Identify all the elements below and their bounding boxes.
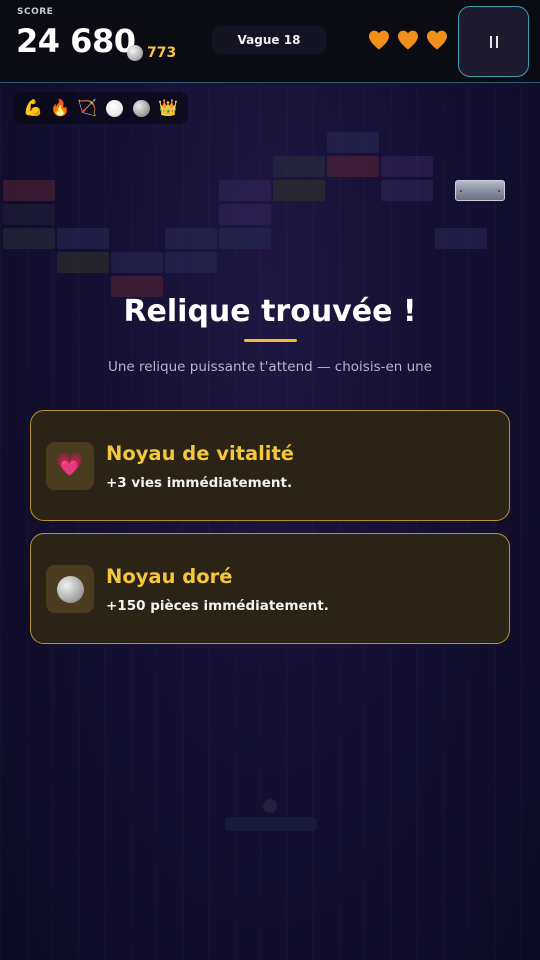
brick	[3, 204, 55, 225]
brick	[327, 156, 379, 177]
top-hud: SCORE 24 680 773 Vague 18	[0, 0, 540, 83]
relic-title: Relique trouvée !	[123, 294, 417, 329]
orange-heart-icon	[367, 28, 391, 52]
wave-indicator: Vague 18	[212, 26, 326, 54]
brick	[57, 252, 109, 273]
paddle	[225, 817, 317, 831]
relic-name: Noyau de vitalité	[106, 442, 295, 465]
relic-subtitle: Une relique puissante t'attend — choisis…	[107, 359, 433, 375]
white-orb-relic-icon	[103, 97, 125, 119]
game-stage: SCORE 24 680 773 Vague 18 💪 🔥 🏹 👑 Reliqu…	[0, 0, 540, 960]
fire-relic-icon: 🔥	[50, 98, 70, 117]
bow-relic-icon: 🏹	[77, 98, 97, 117]
brick	[273, 180, 325, 201]
brick	[219, 204, 271, 225]
grey-orb-icon	[56, 575, 84, 603]
heart-icon: 💗	[46, 442, 94, 490]
relic-description: +3 vies immédiatement.	[106, 475, 293, 491]
metal-brick	[455, 180, 505, 201]
brick	[165, 252, 217, 273]
title-underline	[244, 339, 297, 342]
brick	[165, 228, 217, 249]
orb-icon	[46, 565, 94, 613]
orange-heart-icon	[425, 28, 449, 52]
score-value: 24 680	[16, 22, 136, 60]
lives-display	[367, 28, 449, 52]
score-label: SCORE	[17, 7, 54, 17]
brick	[111, 252, 163, 273]
coin-count: 773	[147, 45, 177, 61]
pause-icon	[489, 35, 498, 48]
relic-choice-vitality[interactable]: 💗 Noyau de vitalité +3 vies immédiatemen…	[30, 410, 510, 521]
brick	[381, 180, 433, 201]
crown-relic-icon: 👑	[158, 98, 178, 117]
brick	[57, 228, 109, 249]
relic-choice-gold[interactable]: Noyau doré +150 pièces immédiatement.	[30, 533, 510, 644]
brick	[219, 228, 271, 249]
brick	[327, 132, 379, 153]
wave-label: Vague 18	[237, 33, 301, 47]
muscle-relic-icon: 💪	[23, 98, 43, 117]
brick	[3, 180, 55, 201]
relic-description: +150 pièces immédiatement.	[106, 598, 329, 614]
brick	[3, 228, 55, 249]
coin-icon	[127, 45, 143, 61]
active-relics-bar: 💪 🔥 🏹 👑	[13, 92, 188, 124]
sparkling-heart-icon: 💗	[56, 453, 84, 478]
grey-orb-relic-icon	[130, 97, 152, 119]
brick	[273, 156, 325, 177]
brick	[435, 228, 487, 249]
brick	[381, 156, 433, 177]
ball	[263, 799, 277, 813]
relic-name: Noyau doré	[106, 565, 233, 588]
brick	[219, 180, 271, 201]
pause-button[interactable]	[458, 6, 529, 77]
orange-heart-icon	[396, 28, 420, 52]
